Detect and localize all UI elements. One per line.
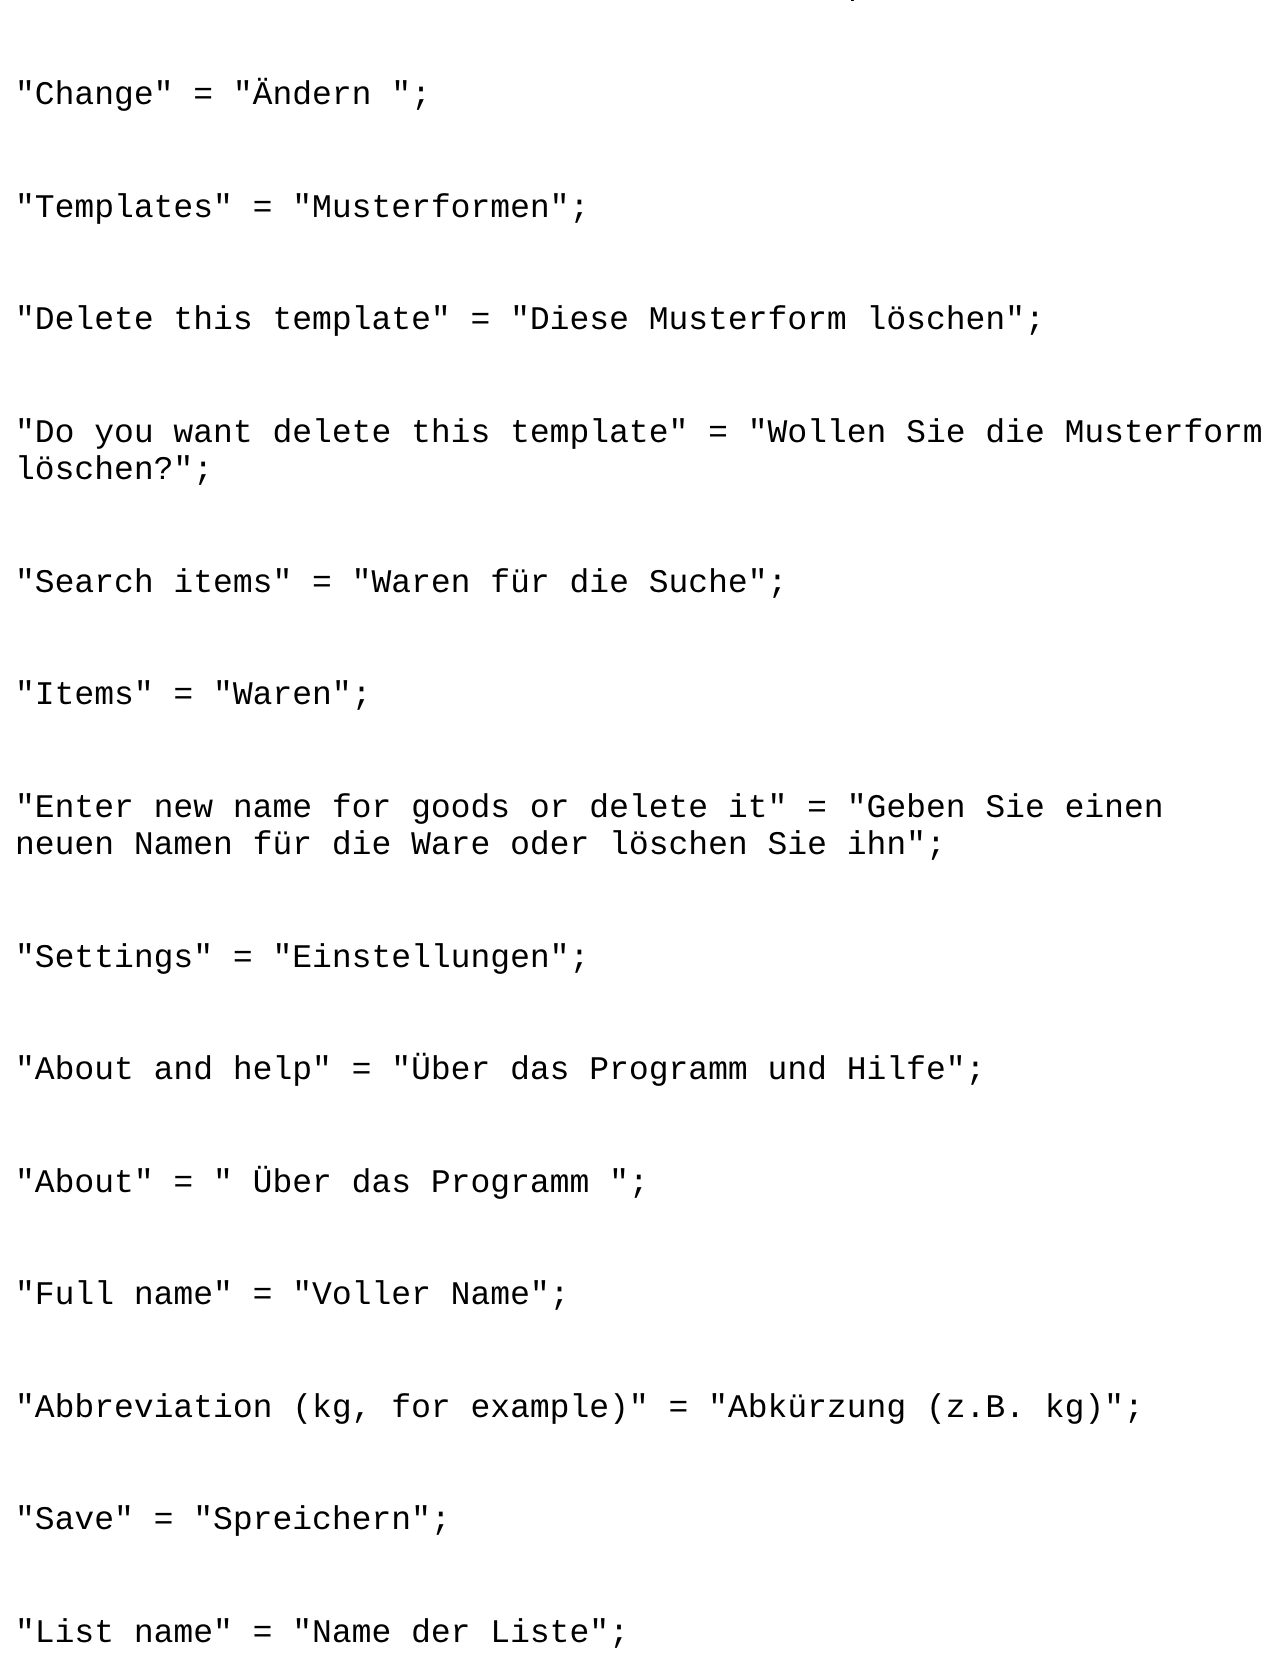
strings-line: "Abbreviation (kg, for example)" = "Abkü… [15, 1389, 1144, 1427]
strings-line: "Templates" = "Musterformen"; [15, 189, 590, 227]
strings-line: "Items" = "Waren"; [15, 677, 372, 714]
strings-line: "About" = " Über das Programm "; [15, 1164, 649, 1202]
strings-line: "Do you want delete this template" = "Wo… [15, 414, 1263, 490]
strings-line: "Delete this template" = "Diese Musterfo… [15, 302, 1045, 339]
strings-line: "Search items" = "Waren für die Suche"; [15, 564, 788, 602]
strings-line: "Change" = "Ändern "; [15, 77, 431, 114]
strings-line: "About and help" = "Über das Programm un… [15, 1052, 986, 1089]
strings-text-body[interactable]: "Change" = "Ändern "; "Templates" = "Mus… [15, 2, 1267, 1660]
strings-line: "List name" = "Name der Liste"; [15, 1614, 629, 1652]
strings-line: "Full name" = "Voller Name"; [15, 1277, 570, 1314]
strings-line: "Save" = "Spreichern"; [15, 1502, 451, 1539]
strings-document: p "Change" = "Ändern "; "Templates" = "M… [0, 0, 1274, 1652]
strings-line: "Settings" = "Einstellungen"; [15, 939, 590, 977]
strings-line: "Enter new name for goods or delete it" … [15, 789, 1184, 865]
